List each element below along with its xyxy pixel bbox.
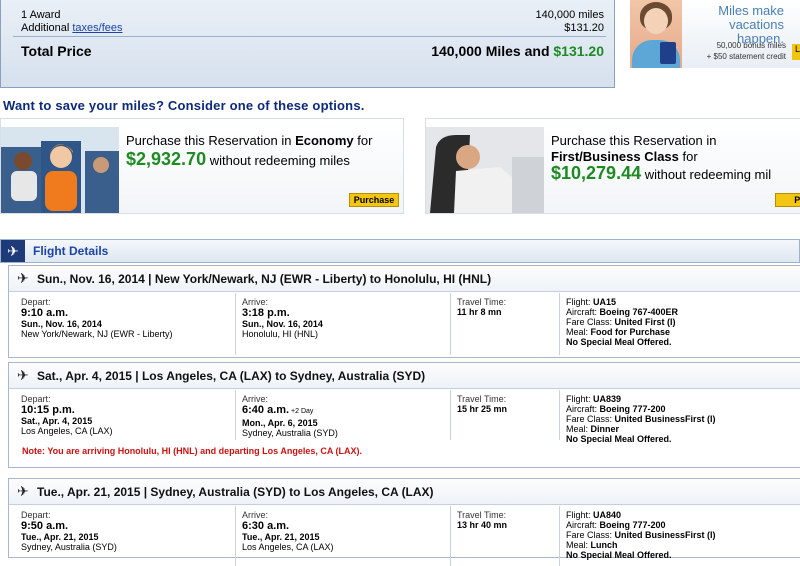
ad-offer: 50,000 bonus miles + $50 statement credi… <box>690 40 786 62</box>
depart-info: Depart: 10:15 p.m. Sat., Apr. 4, 2015 Lo… <box>21 394 113 436</box>
additional-taxes-line: Additional taxes/fees <box>21 22 123 34</box>
segment-header: ✈ Sat., Apr. 4, 2015 | Los Angeles, CA (… <box>9 363 800 389</box>
first-class-passenger-photo <box>426 127 544 213</box>
first-cabin: First/Business Class <box>551 149 679 164</box>
travel-time-info: Travel Time: 11 hr 8 mn <box>450 293 506 355</box>
connection-note: Note: You are arriving Honolulu, HI (HNL… <box>22 446 363 456</box>
flight-segment-3: ✈ Tue., Apr. 21, 2015 | Sydney, Australi… <box>8 478 800 566</box>
airplane-icon: ✈ <box>1 240 25 262</box>
price-divider <box>13 36 606 37</box>
promo-heading: Want to save your miles? Consider one of… <box>3 98 365 113</box>
credit-card-icon <box>660 42 676 64</box>
segment-header: ✈ Sun., Nov. 16, 2014 | New York/Newark,… <box>9 266 800 292</box>
economy-line1: Purchase this Reservation in Economy for <box>126 133 373 148</box>
airplane-icon: ✈ <box>17 483 29 499</box>
ad-cta-button[interactable]: L <box>792 44 800 60</box>
segment-route: Sun., Nov. 16, 2014 | New York/Newark, N… <box>37 272 492 286</box>
first-line1: Purchase this Reservation in <box>551 133 717 148</box>
total-price-value: 140,000 Miles and $131.20 <box>431 43 604 59</box>
economy-passengers-photo <box>1 127 119 213</box>
flight-details-header: ✈ Flight Details <box>0 239 800 263</box>
promo-economy: Purchase this Reservation in Economy for… <box>0 118 404 214</box>
arrive-info: Arrive: 6:40 a.m. +2 Day Mon., Apr. 6, 2… <box>235 390 338 440</box>
total-price-label: Total Price <box>21 43 92 59</box>
total-miles: 140,000 Miles and <box>431 43 554 59</box>
price-summary: 1 Award 140,000 miles Additional taxes/f… <box>0 0 615 88</box>
arrive-info: Arrive: 3:18 p.m. Sun., Nov. 16, 2014 Ho… <box>235 293 323 355</box>
first-price: $10,279.44 <box>551 163 642 183</box>
economy-line2: $2,932.70 without redeeming miles <box>126 149 350 169</box>
award-miles: 140,000 miles <box>535 9 605 21</box>
travel-time-info: Travel Time: 13 hr 40 mn <box>450 506 507 566</box>
first-line3: $10,279.44 without redeeming mil <box>551 163 772 183</box>
promo-first-business: Purchase this Reservation in First/Busin… <box>425 118 800 214</box>
ad-bonus: 50,000 bonus miles <box>716 41 786 50</box>
segment-route: Tue., Apr. 21, 2015 | Sydney, Australia … <box>37 485 434 499</box>
purchase-first-button[interactable]: Pu <box>775 193 800 207</box>
flight-info: Flight: UA840 Aircraft: Boeing 777-200 F… <box>559 506 716 566</box>
travel-time-info: Travel Time: 15 hr 25 mn <box>450 390 507 440</box>
depart-info: Depart: 9:50 a.m. Tue., Apr. 21, 2015 Sy… <box>21 510 117 552</box>
ad-woman-photo <box>630 0 682 68</box>
taxes-fees-link[interactable]: taxes/fees <box>72 22 122 34</box>
ad-credit: + $50 statement credit <box>706 52 786 61</box>
ad-headline-1: Miles make <box>718 3 784 18</box>
purchase-economy-button[interactable]: Purchase <box>349 193 399 207</box>
credit-card-ad[interactable]: Miles make vacations happen. 50,000 bonu… <box>630 0 800 68</box>
total-cash: $131.20 <box>553 43 604 59</box>
plus-day-badge: +2 Day <box>289 408 314 415</box>
depart-info: Depart: 9:10 a.m. Sun., Nov. 16, 2014 Ne… <box>21 297 173 339</box>
flight-details-title: Flight Details <box>33 244 109 258</box>
economy-cabin: Economy <box>295 133 354 148</box>
arrive-info: Arrive: 6:30 a.m. Tue., Apr. 21, 2015 Lo… <box>235 506 334 566</box>
economy-price: $2,932.70 <box>126 149 207 169</box>
award-label: 1 Award <box>21 9 61 21</box>
flight-segment-1: ✈ Sun., Nov. 16, 2014 | New York/Newark,… <box>8 265 800 358</box>
additional-prefix: Additional <box>21 22 73 34</box>
first-line2: First/Business Class for <box>551 149 698 164</box>
flight-info: Flight: UA15 Aircraft: Boeing 767-400ER … <box>559 293 678 355</box>
airplane-icon: ✈ <box>17 367 29 383</box>
segment-route: Sat., Apr. 4, 2015 | Los Angeles, CA (LA… <box>37 369 426 383</box>
taxes-amount: $131.20 <box>564 22 604 34</box>
flight-info: Flight: UA839 Aircraft: Boeing 777-200 F… <box>559 390 716 444</box>
airplane-icon: ✈ <box>17 270 29 286</box>
segment-header: ✈ Tue., Apr. 21, 2015 | Sydney, Australi… <box>9 479 800 505</box>
